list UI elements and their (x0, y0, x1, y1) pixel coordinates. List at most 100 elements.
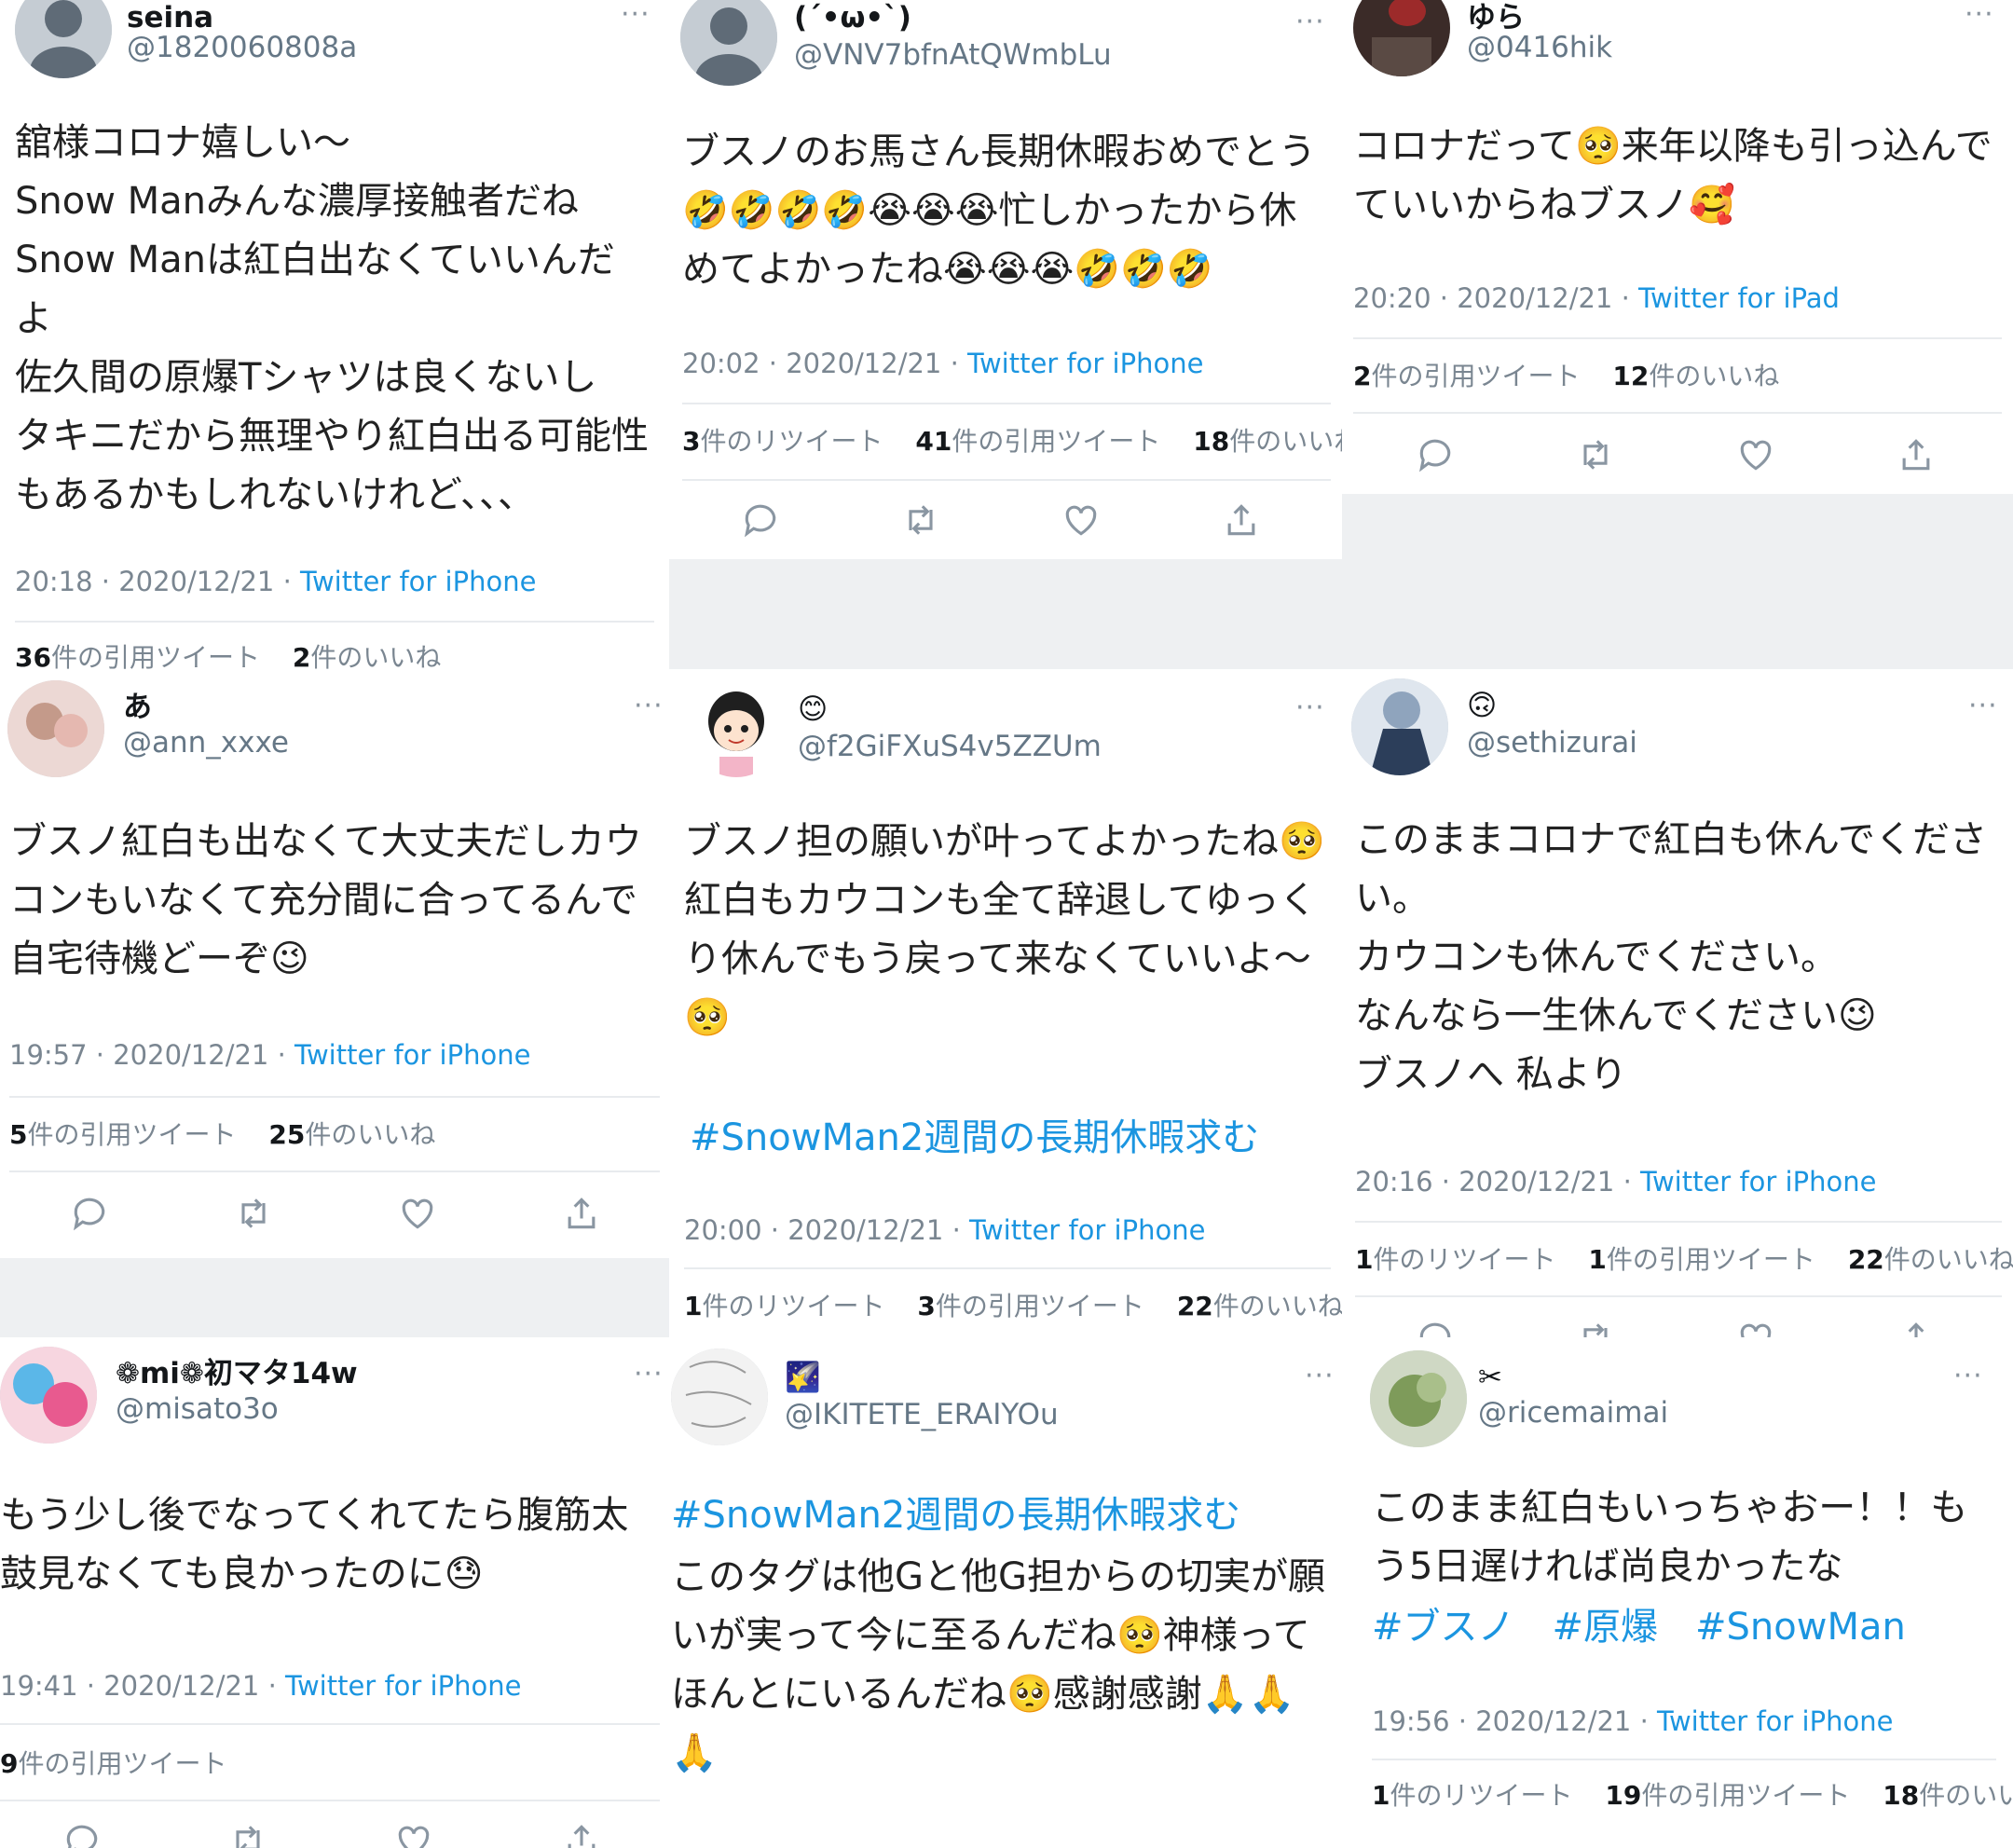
avatar[interactable] (671, 1348, 768, 1445)
source-link[interactable]: Twitter for iPhone (969, 1214, 1205, 1246)
reply-icon[interactable] (733, 492, 788, 548)
engagement-stats: 9件の引用ツイート (0, 1747, 252, 1781)
quote-count[interactable]: 2件の引用ツイート (1353, 361, 1581, 391)
retweet-count[interactable]: 1件のリツイート (684, 1291, 885, 1321)
tweet-card: seina @1820060808a ··· 舘様コロナ嬉しい〜 Snow Ma… (0, 0, 669, 669)
avatar[interactable] (7, 680, 104, 777)
display-name[interactable]: ✂ (1478, 1360, 1502, 1395)
heart-icon[interactable] (386, 1813, 442, 1848)
divider (1353, 337, 2002, 339)
share-icon[interactable] (1888, 427, 1944, 483)
heart-icon[interactable] (1728, 1310, 1784, 1337)
share-icon[interactable] (1213, 492, 1269, 548)
avatar[interactable] (1370, 1350, 1467, 1447)
user-handle[interactable]: @1820060808a (127, 30, 357, 65)
more-options-icon[interactable]: ··· (1965, 1, 1994, 29)
more-options-icon[interactable]: ··· (634, 692, 664, 720)
retweet-count[interactable]: 1件のリツイート (1372, 1780, 1573, 1811)
like-count[interactable]: 22件のいいね (1177, 1291, 1342, 1321)
quote-count[interactable]: 3件の引用ツイート (917, 1291, 1144, 1321)
share-icon[interactable] (554, 1185, 609, 1241)
hashtag-link[interactable]: #ブスノ #原爆 #SnowMan (1372, 1598, 1987, 1657)
display-name[interactable]: 🌠 (785, 1360, 821, 1395)
divider (684, 1267, 1331, 1269)
display-name[interactable]: 🙃 (1467, 688, 1497, 723)
retweet-icon[interactable] (1568, 1310, 1623, 1337)
user-handle[interactable]: @sethizurai (1467, 725, 1637, 760)
quote-count[interactable]: 9件の引用ツイート (0, 1748, 227, 1779)
display-name[interactable]: 😊 (798, 691, 828, 727)
display-name[interactable]: ❁mi❁初マタ14w (116, 1356, 358, 1391)
divider (682, 479, 1331, 481)
action-bar (0, 1185, 669, 1241)
source-link[interactable]: Twitter for iPhone (300, 566, 536, 597)
share-icon[interactable] (1888, 1310, 1944, 1337)
more-options-icon[interactable]: ··· (1295, 8, 1325, 36)
hashtag-link[interactable]: #SnowMan2週間の長期休暇求む (671, 1486, 1333, 1545)
hashtag-link[interactable]: #SnowMan2週間の長期休暇求む (690, 1109, 1333, 1168)
user-handle[interactable]: @IKITETE_ERAIYOu (785, 1397, 1059, 1432)
user-handle[interactable]: @VNV7bfnAtQWmbLu (794, 37, 1112, 73)
retweet-icon[interactable] (220, 1813, 276, 1848)
more-options-icon[interactable]: ··· (1968, 692, 1998, 720)
gap-panel (669, 559, 1342, 669)
like-count[interactable]: 18件のいいね (1193, 426, 1342, 457)
reply-icon[interactable] (1407, 1310, 1463, 1337)
source-link[interactable]: Twitter for iPhone (1640, 1166, 1876, 1198)
display-name[interactable]: あ (123, 690, 152, 725)
source-link[interactable]: Twitter for iPhone (967, 348, 1203, 379)
avatar[interactable] (1353, 0, 1450, 76)
quote-count[interactable]: 41件の引用ツイート (915, 426, 1160, 457)
more-options-icon[interactable]: ··· (621, 1, 650, 29)
reply-icon[interactable] (54, 1813, 110, 1848)
retweet-count[interactable]: 1件のリツイート (1355, 1244, 1556, 1275)
action-bar (0, 1813, 669, 1848)
user-handle[interactable]: @f2GiFXuS4v5ZZUm (798, 729, 1102, 764)
avatar[interactable] (15, 0, 112, 78)
more-options-icon[interactable]: ··· (1305, 1362, 1335, 1390)
retweet-icon[interactable] (893, 492, 949, 548)
default-avatar-icon (15, 0, 112, 78)
engagement-stats: 36件の引用ツイート 2件のいいね (15, 641, 465, 669)
source-link[interactable]: Twitter for iPhone (294, 1039, 530, 1071)
heart-icon[interactable] (1053, 492, 1109, 548)
heart-icon[interactable] (1728, 427, 1784, 483)
more-options-icon[interactable]: ··· (1295, 694, 1325, 722)
tweet-text: ブスノのお馬さん長期休暇おめでとう🤣🤣🤣🤣😭😭😭忙しかったから休めてよかったね😭… (682, 130, 1316, 291)
reply-icon[interactable] (1407, 427, 1463, 483)
avatar[interactable] (0, 1347, 97, 1444)
retweet-icon[interactable] (226, 1185, 281, 1241)
source-link[interactable]: Twitter for iPhone (1657, 1705, 1893, 1737)
quote-count[interactable]: 19件の引用ツイート (1605, 1780, 1850, 1811)
heart-icon[interactable] (390, 1185, 445, 1241)
like-count[interactable]: 2件のいいね (293, 642, 442, 669)
user-handle[interactable]: @misato3o (116, 1391, 279, 1427)
retweet-count[interactable]: 3件のリツイート (682, 426, 883, 457)
avatar[interactable] (680, 0, 777, 86)
reply-icon[interactable] (62, 1185, 117, 1241)
like-count[interactable]: 12件のいいね (1612, 361, 1779, 391)
user-handle[interactable]: @0416hik (1467, 30, 1612, 65)
more-options-icon[interactable]: ··· (1953, 1362, 1983, 1390)
display-name[interactable]: (ˊ•ω•ˋ) (794, 0, 911, 35)
source-link[interactable]: Twitter for iPhone (285, 1670, 521, 1702)
like-count[interactable]: 22件のいいね (1848, 1244, 2013, 1275)
tweet-card: あ @ann_xxxe ··· ブスノ紅白も出なくて大丈夫だしカウコンもいなくて… (0, 669, 669, 1258)
quote-count[interactable]: 1件の引用ツイート (1588, 1244, 1815, 1275)
retweet-icon[interactable] (1568, 427, 1623, 483)
like-count[interactable]: 18件のいいね (1883, 1780, 2013, 1811)
more-options-icon[interactable]: ··· (634, 1361, 664, 1389)
source-link[interactable]: Twitter for iPad (1638, 282, 1840, 314)
divider (1355, 1221, 2002, 1223)
time-date: 19:41 · 2020/12/21 · (0, 1670, 286, 1702)
share-icon[interactable] (554, 1813, 609, 1848)
quote-count[interactable]: 5件の引用ツイート (9, 1119, 237, 1150)
tweet-timestamp: 20:02 · 2020/12/21 · Twitter for iPhone (682, 347, 1203, 380)
user-handle[interactable]: @ann_xxxe (123, 725, 289, 760)
like-count[interactable]: 25件のいいね (268, 1119, 435, 1150)
avatar[interactable] (1351, 678, 1448, 775)
gap-panel (1342, 494, 2013, 669)
avatar[interactable] (688, 680, 785, 777)
quote-count[interactable]: 36件の引用ツイート (15, 642, 260, 669)
user-handle[interactable]: @ricemaimai (1478, 1395, 1668, 1430)
